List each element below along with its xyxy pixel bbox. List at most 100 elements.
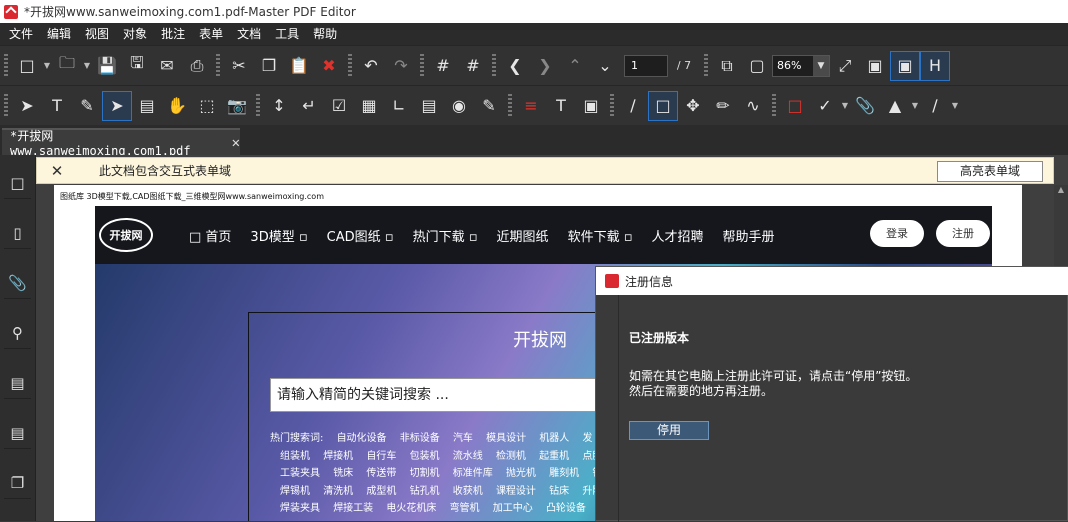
- eraser-icon[interactable]: ▲: [880, 91, 910, 121]
- add-image-icon[interactable]: ▣: [576, 91, 606, 121]
- link-icon[interactable]: ∕: [618, 91, 648, 121]
- scroll-up-icon[interactable]: ▲: [1054, 185, 1068, 199]
- grid-icon[interactable]: #: [428, 51, 458, 81]
- toolbar-grip[interactable]: [216, 53, 220, 78]
- next-page-icon[interactable]: ❯: [530, 51, 560, 81]
- snap-grid-icon[interactable]: #: [458, 51, 488, 81]
- cut-icon[interactable]: ✂: [224, 51, 254, 81]
- add-text-icon[interactable]: T: [546, 91, 576, 121]
- crosshair-icon[interactable]: ✥: [678, 91, 708, 121]
- delete-icon[interactable]: ✖: [314, 51, 344, 81]
- checkmark-icon[interactable]: ✓: [810, 91, 840, 121]
- attachments-icon[interactable]: 📎: [4, 267, 31, 299]
- save-as-icon[interactable]: 🖫: [122, 51, 152, 81]
- first-page-icon[interactable]: ⌃: [560, 51, 590, 81]
- select-cursor-icon[interactable]: ➤: [12, 91, 42, 121]
- toolbar-grip[interactable]: [492, 53, 496, 78]
- button-field-icon[interactable]: ↵: [294, 91, 324, 121]
- toolbar-grip[interactable]: [4, 53, 8, 78]
- open-folder-icon[interactable]: 🗀: [52, 51, 82, 81]
- toolbar-grip[interactable]: [772, 93, 776, 118]
- forms-list-icon[interactable]: ▤: [132, 91, 162, 121]
- chevron-down-icon[interactable]: ▼: [840, 101, 850, 110]
- list-field-icon[interactable]: ∟: [384, 91, 414, 121]
- menu-comment[interactable]: 批注: [154, 23, 192, 45]
- edit-forms-icon[interactable]: ➤: [102, 90, 132, 121]
- tab-order-icon[interactable]: ↕: [264, 91, 294, 121]
- page-number-input[interactable]: 1: [624, 54, 668, 77]
- rectangle-icon[interactable]: □: [648, 90, 678, 121]
- combo-field-icon[interactable]: ▦: [354, 91, 384, 121]
- menu-view[interactable]: 视图: [78, 23, 116, 45]
- hot-keyword: 电火花机床: [386, 503, 437, 514]
- undo-icon[interactable]: ↶: [356, 51, 386, 81]
- search-icon[interactable]: ⚲: [4, 317, 31, 349]
- save-icon[interactable]: 💾: [92, 51, 122, 81]
- fit-visible-icon[interactable]: ▣: [890, 50, 920, 81]
- snapshot-icon[interactable]: 📷: [222, 91, 252, 121]
- toolbar-grip[interactable]: [256, 93, 260, 118]
- toolbar-grip[interactable]: [610, 93, 614, 118]
- select-area-icon[interactable]: ⬚: [192, 91, 222, 121]
- last-page-icon[interactable]: ⌄: [590, 51, 620, 81]
- pencil-icon[interactable]: ✏: [708, 91, 738, 121]
- document-tab[interactable]: *开拔网www.sanweimoxing.com1.pdf ✕: [2, 128, 240, 158]
- deactivate-button[interactable]: 停用: [629, 421, 709, 440]
- menu-tools[interactable]: 工具: [268, 23, 306, 45]
- close-icon[interactable]: ✕: [37, 162, 77, 180]
- text-field-icon[interactable]: ▤: [414, 91, 444, 121]
- hot-row: 焊装夹具 焊接工装 电火花机床 弯管机 加工中心 凸轮设备: [270, 500, 612, 518]
- highlight-fields-button[interactable]: 高亮表单域: [937, 161, 1043, 182]
- fullscreen-icon[interactable]: ⤢: [830, 51, 860, 81]
- layers-icon[interactable]: ▤: [4, 367, 31, 399]
- chevron-down-icon[interactable]: ▼: [813, 55, 829, 76]
- line-icon[interactable]: ∕: [920, 91, 950, 121]
- zoom-select[interactable]: 86% ▼: [772, 54, 830, 77]
- checkbox-field-icon[interactable]: ☑: [324, 91, 354, 121]
- toolbar-grip[interactable]: [420, 53, 424, 78]
- chevron-down-icon[interactable]: ▼: [950, 101, 960, 110]
- page-thumbnails-icon[interactable]: □: [4, 167, 31, 199]
- edit-text-icon[interactable]: T: [42, 91, 72, 121]
- menu-form[interactable]: 表单: [192, 23, 230, 45]
- menu-file[interactable]: 文件: [2, 23, 40, 45]
- toolbar-grip[interactable]: [348, 53, 352, 78]
- toolbar-grip[interactable]: [704, 53, 708, 78]
- chevron-down-icon[interactable]: ▼: [82, 61, 92, 70]
- toolbar-grip[interactable]: [508, 93, 512, 118]
- radio-field-icon[interactable]: ◉: [444, 91, 474, 121]
- copy-icon[interactable]: ❐: [254, 51, 284, 81]
- signatures-icon[interactable]: ▤: [4, 417, 31, 449]
- print-icon[interactable]: ⎙: [182, 51, 212, 81]
- hot-keyword: 焊接工装: [333, 503, 374, 514]
- actual-size-icon[interactable]: ⧉: [712, 51, 742, 81]
- attach-icon[interactable]: 📎: [850, 91, 880, 121]
- comment-box-icon[interactable]: □: [780, 91, 810, 121]
- bookmark-icon[interactable]: ▯: [4, 217, 31, 249]
- menu-object[interactable]: 对象: [116, 23, 154, 45]
- email-icon[interactable]: ✉: [152, 51, 182, 81]
- menu-document[interactable]: 文档: [230, 23, 268, 45]
- highlight-text-icon[interactable]: ≡: [516, 91, 546, 121]
- menu-edit[interactable]: 编辑: [40, 23, 78, 45]
- edit-object-icon[interactable]: ✎: [72, 91, 102, 121]
- close-icon[interactable]: ✕: [232, 135, 240, 151]
- fit-page-icon[interactable]: ▢: [742, 51, 772, 81]
- new-document-icon[interactable]: □: [12, 51, 42, 81]
- menu-help[interactable]: 帮助: [306, 23, 344, 45]
- paste-icon[interactable]: 📋: [284, 51, 314, 81]
- hot-keyword: 钻床: [549, 485, 570, 497]
- pages-icon[interactable]: ❐: [4, 467, 31, 499]
- sign-icon[interactable]: ∿: [738, 91, 768, 121]
- chevron-down-icon[interactable]: ▼: [910, 101, 920, 110]
- chevron-down-icon[interactable]: ▼: [42, 61, 52, 70]
- hot-keyword: 机器人: [539, 433, 570, 444]
- dialog-title-bar[interactable]: 注册信息: [596, 267, 1068, 295]
- signature-field-icon[interactable]: ✎: [474, 91, 504, 121]
- redo-icon[interactable]: ↷: [386, 51, 416, 81]
- prev-page-icon[interactable]: ❮: [500, 51, 530, 81]
- fit-width-icon[interactable]: ▣: [860, 51, 890, 81]
- hand-icon[interactable]: ✋: [162, 91, 192, 121]
- single-page-icon[interactable]: H: [920, 50, 950, 81]
- toolbar-grip[interactable]: [4, 93, 8, 118]
